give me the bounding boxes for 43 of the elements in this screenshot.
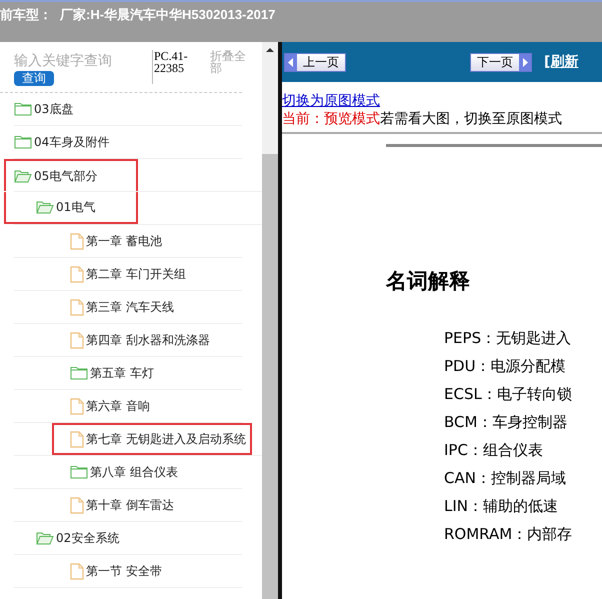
document-icon <box>70 232 84 250</box>
tree-item[interactable]: 第四章 刮水器和洗涤器 <box>86 332 210 348</box>
refresh-link[interactable]: [刷新 <box>544 53 578 71</box>
scrollbar[interactable] <box>262 42 278 599</box>
tree-item[interactable]: 04车身及附件 <box>34 134 110 150</box>
code-text: PC.41-22385 <box>152 50 210 84</box>
section-heading: 名词解释 <box>386 268 470 295</box>
document-icon <box>70 266 84 282</box>
tree-item[interactable]: 第八章 组合仪表 <box>90 464 178 480</box>
tree-item[interactable]: 第二章 车门开关组 <box>86 266 186 282</box>
term-definition: PDU：电源分配模 <box>444 356 566 377</box>
document-icon <box>70 562 84 580</box>
tree-item[interactable]: 第三章 汽车天线 <box>86 298 174 316</box>
tree-item[interactable]: 第一章 蓄电池 <box>86 232 162 250</box>
next-page-button[interactable]: 下一页 <box>470 52 532 72</box>
previous-page-button[interactable]: 上一页 <box>284 52 346 72</box>
tree-item[interactable]: 第五章 车灯 <box>90 364 154 382</box>
term-definition: ECSL：电子转向锁 <box>444 384 572 405</box>
mode-notice: 当前：预览模式若需看大图，切换至原图模式 <box>282 111 562 127</box>
term-definition: CAN：控制器局域 <box>444 468 566 489</box>
tree-item[interactable]: 03底盘 <box>34 100 74 118</box>
model-label: 前车型： <box>0 6 52 24</box>
tree-item[interactable]: 第十章 倒车雷达 <box>86 496 174 514</box>
search-button[interactable]: 查询 <box>14 71 54 86</box>
document-icon <box>70 298 84 316</box>
document-icon <box>70 332 84 348</box>
tree-item[interactable]: 01电气 <box>56 198 96 216</box>
document-icon <box>70 496 84 514</box>
document-icon <box>70 430 84 448</box>
term-definition: PEPS：无钥匙进入 <box>444 328 572 349</box>
term-definition: LIN：辅助的低速 <box>444 496 558 517</box>
scroll-thumb[interactable] <box>262 154 278 599</box>
model-value: 厂家:H-华晨汽车中华H5302013-2017 <box>60 6 276 24</box>
term-definition: BCM：车身控制器 <box>444 412 568 433</box>
tree-item[interactable]: 第一节 安全带 <box>86 562 162 580</box>
document-icon <box>70 398 84 414</box>
tree-item[interactable]: 05电气部分 <box>34 168 98 184</box>
tree-item[interactable]: 02安全系统 <box>56 530 120 546</box>
term-definition: ROMRAM：内部存 <box>444 524 572 545</box>
switch-mode-link[interactable]: 切换为原图模式 <box>282 92 380 110</box>
tree-item[interactable]: 第七章 无钥匙进入及启动系统 <box>86 430 246 448</box>
term-definition: IPC：组合仪表 <box>444 440 543 461</box>
tree-item[interactable]: 第六章 音响 <box>86 398 150 414</box>
